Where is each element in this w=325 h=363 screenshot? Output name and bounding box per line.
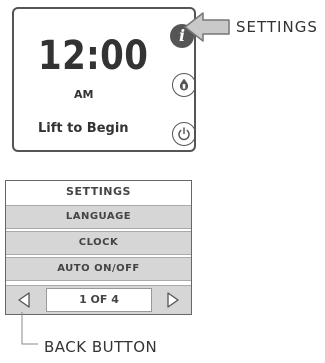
back-button-callout-label: BACK BUTTON (44, 338, 158, 356)
clock-ampm: AM (74, 88, 94, 101)
device-screen: 12:00 AM Lift to Begin i (12, 7, 196, 152)
callout-arrow (184, 12, 230, 42)
page-indicator: 1 OF 4 (46, 288, 152, 312)
drop-button[interactable] (172, 73, 196, 97)
clock-time: 12:00 (38, 33, 149, 79)
triangle-right-icon (167, 292, 179, 308)
next-button[interactable] (157, 288, 189, 312)
menu-nav-row: 1 OF 4 (6, 285, 191, 314)
menu-title: SETTINGS (66, 185, 131, 198)
settings-callout-label: SETTINGS (236, 18, 318, 36)
power-button[interactable] (172, 122, 196, 146)
menu-item-clock[interactable]: CLOCK (6, 231, 191, 255)
power-icon (178, 127, 190, 141)
lift-to-begin-text: Lift to Begin (38, 121, 129, 136)
settings-menu: SETTINGS LANGUAGE CLOCK AUTO ON/OFF 1 OF… (5, 180, 192, 315)
drop-icon (179, 78, 189, 91)
menu-item-language[interactable]: LANGUAGE (6, 205, 191, 229)
menu-item-auto-on-off[interactable]: AUTO ON/OFF (6, 257, 191, 281)
back-button-leader-line (21, 312, 38, 345)
triangle-left-icon (18, 292, 30, 308)
back-button[interactable] (8, 288, 40, 312)
